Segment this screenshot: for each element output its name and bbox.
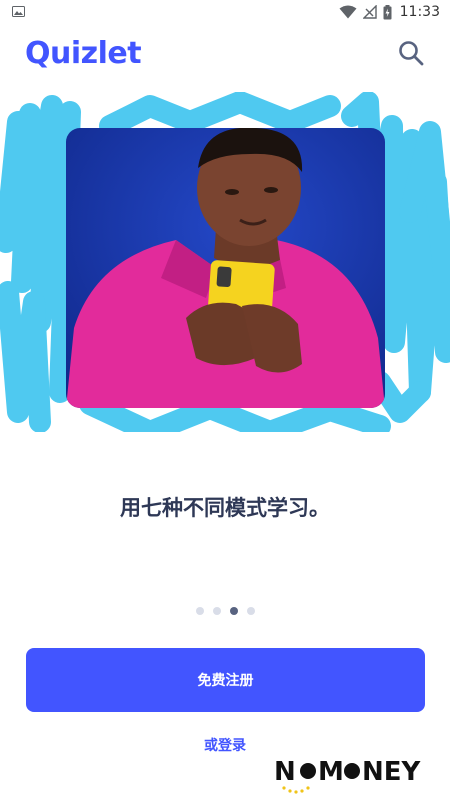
hero-illustration — [0, 92, 450, 432]
pager-dot-2[interactable] — [212, 607, 221, 615]
pager-dot-4[interactable] — [246, 607, 255, 615]
quizlet-logo: Quizlet — [25, 36, 142, 71]
gallery-notification-icon — [12, 6, 25, 17]
nomoney-watermark-logo: N M NEY — [274, 757, 422, 794]
search-icon[interactable] — [398, 40, 424, 66]
pager-dots — [0, 607, 450, 615]
login-link[interactable]: 或登录 — [0, 735, 450, 755]
pager-dot-1[interactable] — [195, 607, 204, 615]
student-with-phone-image — [66, 128, 385, 408]
svg-text:N: N — [274, 757, 296, 787]
signal-icon — [362, 5, 377, 19]
svg-text:M: M — [318, 757, 344, 787]
wifi-icon — [339, 5, 357, 19]
status-bar: 11:33 — [0, 0, 450, 24]
hero-photo — [66, 128, 385, 408]
svg-text:NEY: NEY — [362, 757, 422, 787]
onboarding-screen: 11:33 Quizlet 用七种不同模式学习。 免费注册 或登录 N M NE… — [0, 0, 450, 800]
onboarding-headline: 用七种不同模式学习。 — [120, 496, 330, 520]
status-icons: 11:33 — [339, 3, 440, 21]
pager-dot-3-active[interactable] — [229, 607, 238, 615]
signup-button[interactable]: 免费注册 — [26, 648, 425, 712]
status-time: 11:33 — [399, 4, 440, 20]
battery-charging-icon — [383, 4, 392, 19]
